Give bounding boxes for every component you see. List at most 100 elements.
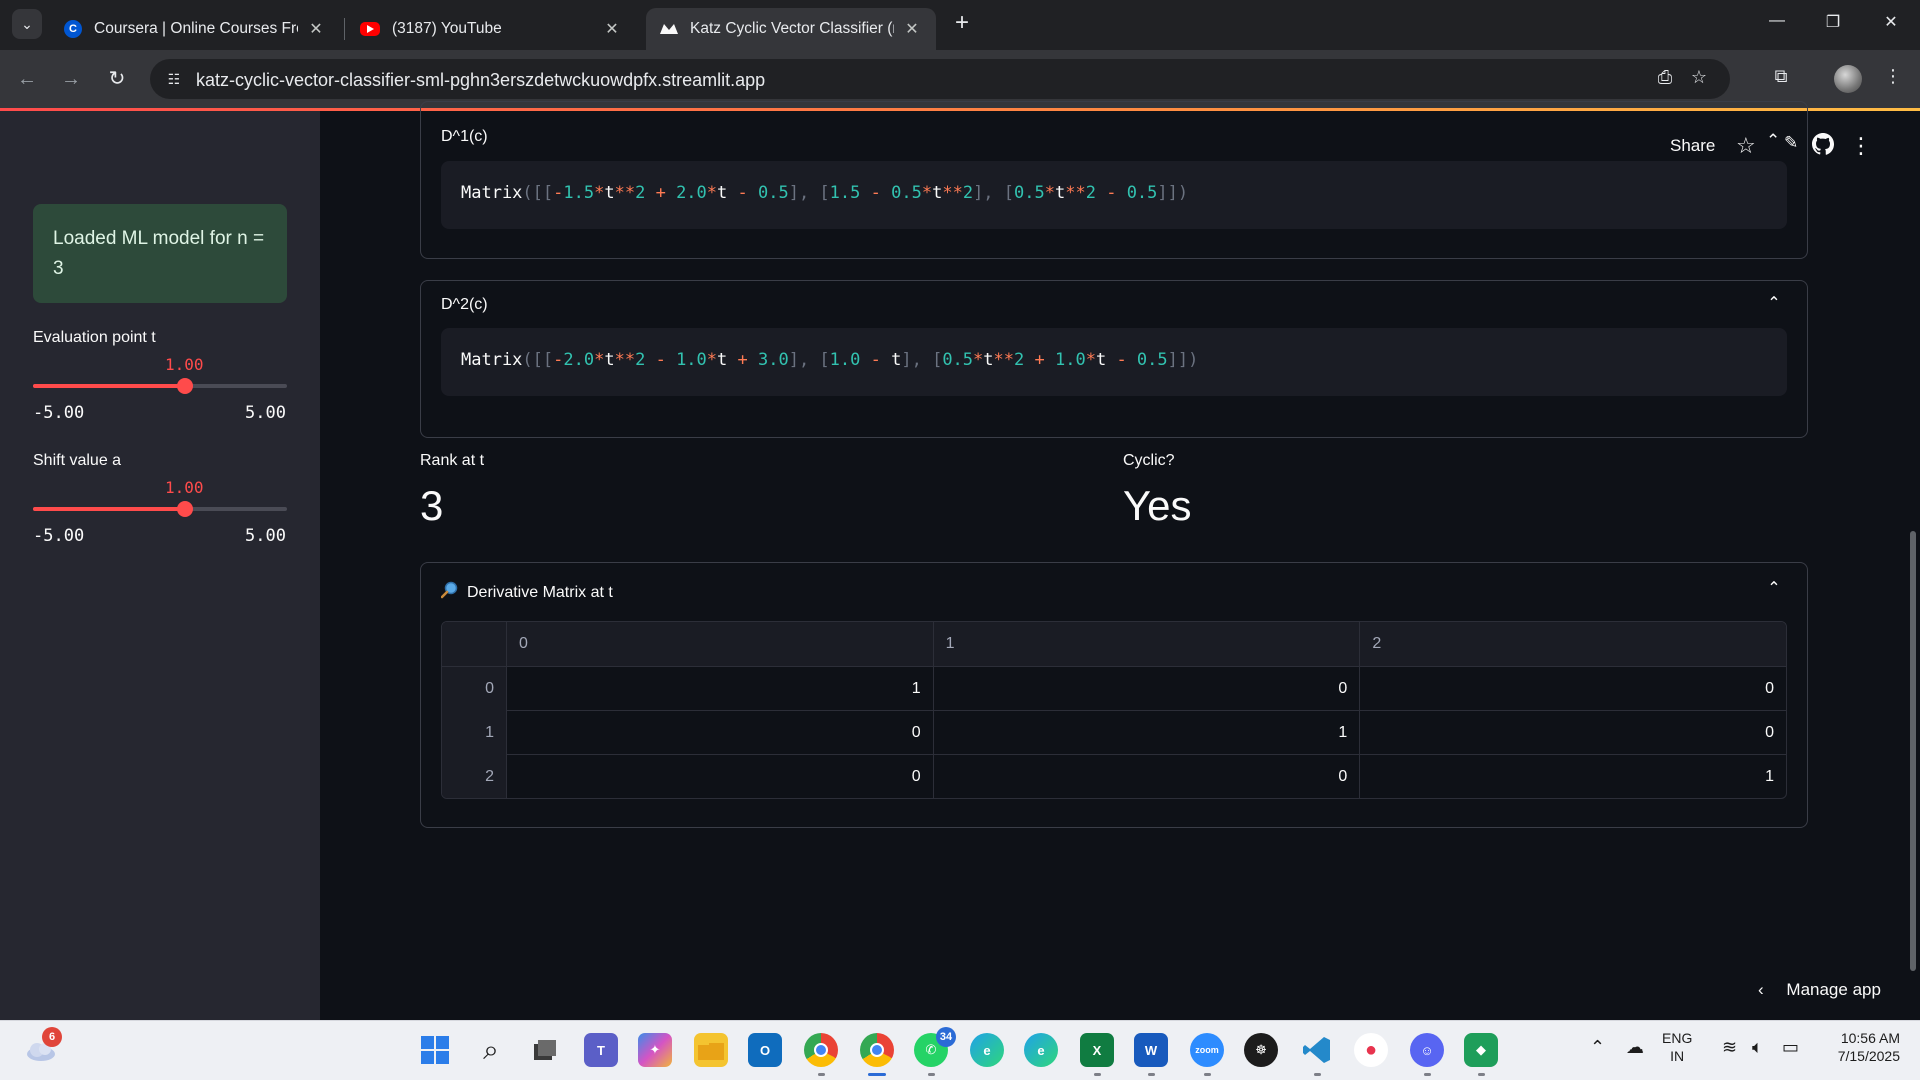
address-bar[interactable]: ☷ katz-cyclic-vector-classifier-sml-pghn… [150, 59, 1730, 99]
chevron-up-icon[interactable]: ⌃ [1765, 293, 1783, 312]
table-cell[interactable]: 1 [932, 711, 1360, 755]
close-icon[interactable]: ✕ [306, 19, 326, 39]
table-row: 1 0 1 0 [442, 710, 1786, 755]
new-tab-button[interactable]: + [950, 11, 974, 36]
security-app-icon[interactable]: ◆ [1464, 1033, 1498, 1076]
slider-label-a: Shift value a [33, 452, 122, 469]
back-button[interactable]: ← [14, 66, 40, 92]
clock-time: 10:56 AM [1840, 1030, 1900, 1046]
taskbar: 6 ⌕ T ✦ O ✆ 34 e e X W zoom ☸ ● ☺ ◆ ⌃ ☁ E… [0, 1020, 1920, 1080]
table-cell[interactable]: 1 [505, 667, 933, 711]
code-token: ** [614, 350, 636, 370]
restore-button[interactable]: ❐ [1818, 12, 1848, 36]
minimize-button[interactable]: — [1762, 12, 1792, 36]
expander-title[interactable]: D^1(c) [441, 128, 488, 146]
url-text[interactable]: katz-cyclic-vector-classifier-sml-pghn3e… [196, 70, 765, 91]
table-cell[interactable]: 1 [1359, 755, 1786, 798]
code-token: ([[ [522, 183, 554, 203]
code-token: ], [ [788, 183, 830, 203]
volume-icon[interactable]: 🔈︎ [1752, 1037, 1763, 1058]
bookmark-star-icon[interactable]: ☆ [1686, 67, 1712, 91]
discord-icon[interactable]: ☺ [1410, 1033, 1444, 1076]
slider-fill [33, 384, 186, 388]
close-icon[interactable]: ✕ [602, 19, 622, 39]
table-cell[interactable]: 0 [1359, 711, 1786, 755]
chrome-active-icon[interactable] [860, 1033, 894, 1076]
github-icon[interactable] [1812, 133, 1835, 159]
code-token: 0.5 [1136, 350, 1168, 370]
table-cell[interactable]: 0 [505, 711, 933, 755]
github-desktop-icon[interactable]: ☸ [1244, 1033, 1278, 1067]
battery-icon[interactable]: ▭ [1782, 1037, 1799, 1058]
excel-icon[interactable]: X [1080, 1033, 1114, 1076]
more-menu-icon[interactable]: ⋮ [1880, 66, 1906, 92]
clock[interactable]: 10:56 AM 7/15/2025 [1820, 1029, 1900, 1065]
code-token: t [717, 183, 728, 203]
code-token: ** [614, 183, 636, 203]
table-cell[interactable]: 0 [932, 667, 1360, 711]
windows-start-icon[interactable] [418, 1033, 452, 1067]
window-close-button[interactable]: ✕ [1876, 12, 1906, 36]
weather-widget[interactable]: 6 [24, 1027, 62, 1067]
slider-t[interactable] [33, 378, 287, 394]
extensions-icon[interactable]: ⧉ [1768, 66, 1794, 92]
vscode-icon[interactable] [1300, 1033, 1334, 1076]
close-icon[interactable]: ✕ [902, 19, 922, 39]
reload-button[interactable]: ↻ [104, 66, 130, 92]
app-pink-icon[interactable]: ● [1354, 1033, 1388, 1067]
language-indicator[interactable]: ENG IN [1662, 1029, 1692, 1065]
main-menu-icon[interactable]: ⋮ [1850, 133, 1872, 159]
slider-thumb[interactable] [177, 378, 194, 394]
code-token: 0.5 [891, 183, 922, 203]
code-token: t [891, 350, 902, 370]
expander-d2: D^2(c) ⌃ Matrix([[-2.0*t**2 - 1.0*t + 3.… [420, 280, 1808, 438]
code-token: 3.0 [758, 350, 789, 370]
profile-avatar[interactable] [1834, 65, 1862, 93]
show-hidden-icons-chevron[interactable]: ⌃ [1590, 1037, 1605, 1058]
slider-a[interactable] [33, 501, 287, 517]
code-token: t [1054, 183, 1066, 203]
edge-profile-icon[interactable]: e [1024, 1033, 1058, 1067]
install-app-icon[interactable]: ⎙ [1652, 67, 1678, 91]
slider-thumb[interactable] [177, 501, 194, 517]
tab-search-button[interactable]: ⌄ [12, 9, 42, 39]
task-view-icon[interactable] [528, 1033, 562, 1067]
row-index: 2 [442, 755, 506, 798]
copilot-icon[interactable]: ✦ [638, 1033, 672, 1067]
teams-icon[interactable]: T [584, 1033, 618, 1067]
clock-date: 7/15/2025 [1837, 1048, 1900, 1064]
whatsapp-icon[interactable]: ✆ 34 [914, 1027, 956, 1076]
outlook-icon[interactable]: O [748, 1033, 782, 1067]
tab-streamlit-app[interactable]: Katz Cyclic Vector Classifier (n= ✕ [646, 8, 936, 50]
search-icon[interactable]: ⌕ [474, 1033, 508, 1067]
zoom-icon[interactable]: zoom [1190, 1033, 1224, 1076]
onedrive-icon[interactable]: ☁ [1626, 1037, 1644, 1058]
chevron-down-icon: ⌄ [21, 15, 33, 32]
column-header[interactable]: 1 [932, 622, 1360, 666]
word-icon[interactable]: W [1134, 1033, 1168, 1076]
scrollbar[interactable] [1910, 531, 1916, 971]
expander-title[interactable]: D^2(c) [441, 296, 488, 314]
wifi-icon[interactable]: ≋ [1722, 1037, 1737, 1058]
tab-coursera[interactable]: C Coursera | Online Courses From ✕ [50, 8, 340, 50]
code-token: * [594, 183, 605, 203]
edge-icon[interactable]: e [970, 1033, 1004, 1067]
manage-app-button[interactable]: ‹ Manage app [1758, 980, 1881, 1010]
site-info-icon[interactable]: ☷ [162, 67, 186, 91]
table-cell[interactable]: 0 [505, 755, 933, 798]
table-cell[interactable]: 0 [1359, 667, 1786, 711]
chevron-up-icon[interactable]: ⌃ [1765, 578, 1783, 597]
tab-youtube[interactable]: (3187) YouTube ✕ [346, 8, 636, 50]
table-cell[interactable]: 0 [932, 755, 1360, 798]
slider-max-t: 5.00 [245, 403, 286, 423]
chrome-icon[interactable] [804, 1033, 838, 1076]
column-header[interactable]: 2 [1359, 622, 1786, 666]
metric-label-cyclic: Cyclic? [1123, 452, 1175, 469]
column-header[interactable]: 0 [505, 622, 933, 666]
expander-header[interactable]: Derivative Matrix at t [440, 581, 613, 604]
code-token: ], [ [901, 350, 943, 370]
file-explorer-icon[interactable] [694, 1033, 728, 1067]
code-token: - [1106, 350, 1137, 370]
derivative-matrix-table[interactable]: 0 1 2 0 1 0 0 1 0 1 0 2 0 0 1 [441, 621, 1787, 799]
forward-button[interactable]: → [58, 66, 84, 92]
